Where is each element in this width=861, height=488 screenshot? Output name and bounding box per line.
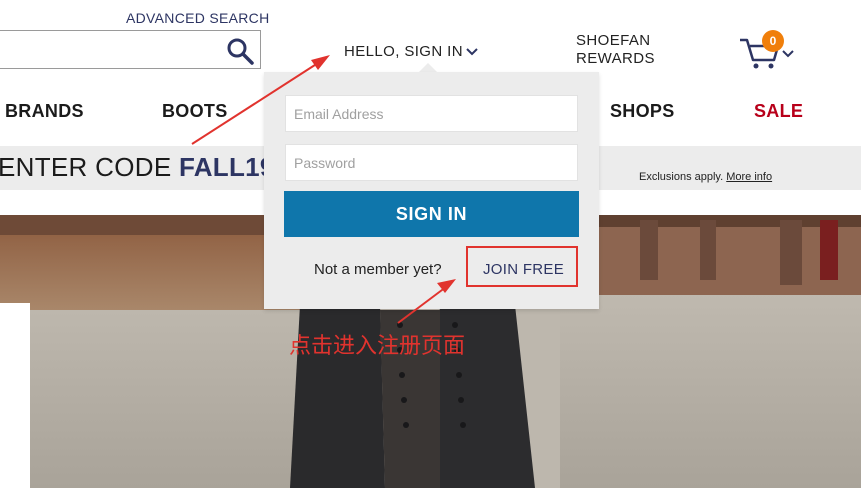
advanced-search-link[interactable]: ADVANCED SEARCH (126, 10, 270, 26)
annotation-label: 点击进入注册页面 (289, 334, 466, 359)
sign-in-menu-trigger[interactable]: HELLO, SIGN IN (344, 43, 478, 60)
exclusions-note: Exclusions apply. More info (639, 171, 772, 183)
nav-brands[interactable]: BRANDS (5, 101, 84, 122)
search-input[interactable] (0, 30, 261, 69)
exclusions-text: Exclusions apply. (639, 171, 724, 183)
nav-shops[interactable]: SHOPS (610, 101, 675, 122)
more-info-link[interactable]: More info (726, 171, 772, 183)
email-field[interactable] (285, 95, 578, 132)
join-free-highlight (466, 246, 578, 287)
search-icon[interactable] (226, 37, 254, 65)
nav-boots[interactable]: BOOTS (162, 101, 228, 122)
cart-button[interactable]: 0 (738, 30, 798, 70)
rewards-link[interactable]: SHOEFAN REWARDS (576, 32, 655, 68)
promo-prefix: ENTER CODE (0, 152, 179, 182)
chevron-down-icon (466, 47, 478, 55)
cart-count-badge: 0 (762, 30, 784, 52)
not-member-text: Not a member yet? (314, 261, 442, 278)
promo-code: FALL19 (178, 152, 275, 182)
nav-sale[interactable]: SALE (754, 101, 803, 122)
sign-in-button[interactable]: SIGN IN (284, 191, 579, 237)
rewards-line-1: SHOEFAN (576, 32, 651, 49)
password-field[interactable] (285, 144, 578, 181)
hero-side-panel (0, 303, 30, 488)
sign-in-label: HELLO, SIGN IN (344, 43, 463, 60)
rewards-line-2: REWARDS (576, 50, 655, 67)
